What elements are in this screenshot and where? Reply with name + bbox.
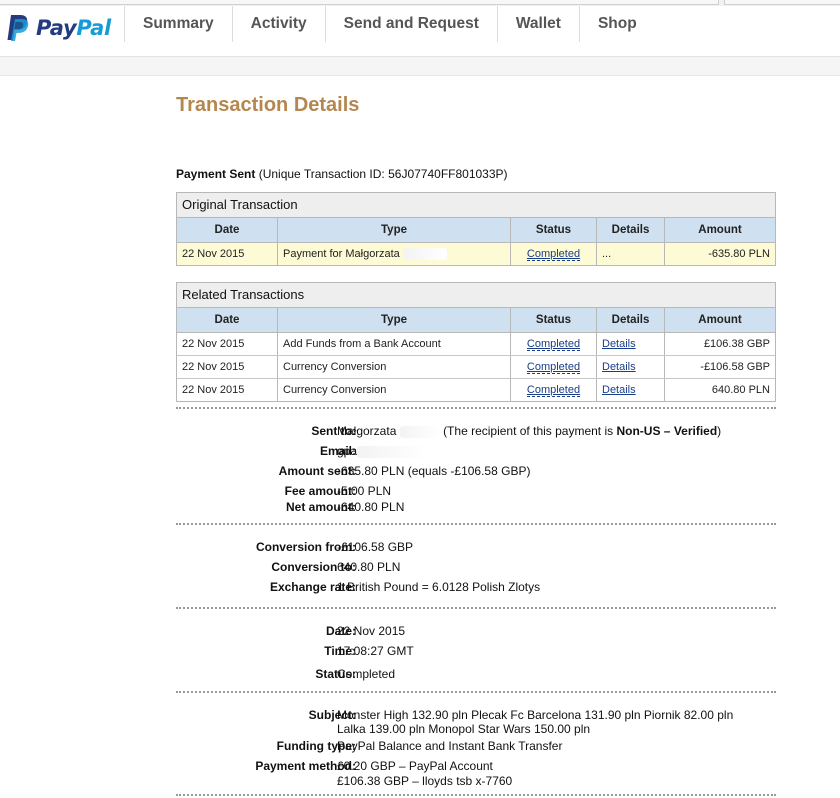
paypal-wordmark: PayPal <box>36 16 111 40</box>
nav-send-and-request[interactable]: Send and Request <box>324 6 497 42</box>
recipient-name: Małgorzata <box>337 424 397 438</box>
conversion-from-value: -£106.58 GBP <box>337 540 414 554</box>
section-divider <box>176 607 776 609</box>
subject-line-2: Lalka 139.00 pln Monopol Star Wars 150.0… <box>337 722 591 736</box>
related-transactions-caption: Related Transactions <box>177 283 775 308</box>
col-amount: Amount <box>664 218 775 243</box>
status-link[interactable]: Completed <box>526 361 581 374</box>
row-type: Currency Conversion <box>277 355 511 379</box>
recipient-note-end: ) <box>717 424 722 438</box>
nav-activity[interactable]: Activity <box>231 6 325 42</box>
row-date: 22 Nov 2015 <box>177 355 278 379</box>
page-title: Transaction Details <box>176 94 360 116</box>
row-date: 22 Nov 2015 <box>177 378 278 401</box>
conversion-to-value: 640.80 PLN <box>337 560 401 574</box>
table-header-row: Date Type Status Details Amount <box>177 218 775 243</box>
col-date: Date <box>177 218 278 243</box>
row-amount: -£106.58 GBP <box>664 355 775 379</box>
row-details: ... <box>596 242 665 265</box>
paypal-logo[interactable]: PayPal <box>6 14 111 42</box>
table-header-row: Date Type Status Details Amount <box>177 308 775 333</box>
row-amount: £106.38 GBP <box>664 332 775 356</box>
payment-method-line-2: £106.38 GBP – lloyds tsb x-7760 <box>337 774 513 788</box>
nav-shop[interactable]: Shop <box>578 6 655 42</box>
col-status: Status <box>510 218 597 243</box>
original-transaction-table: Original Transaction Date Type Status De… <box>176 192 776 266</box>
row-status: Completed <box>510 242 597 265</box>
subject-line-1: Monster High 132.90 pln Plecak Fc Barcel… <box>337 708 734 722</box>
original-transaction-caption: Original Transaction <box>177 193 775 218</box>
logo-pal: Pal <box>76 16 111 40</box>
table-row: 22 Nov 2015 Add Funds from a Bank Accoun… <box>177 332 775 356</box>
related-transactions-table: Related Transactions Date Type Status De… <box>176 282 776 402</box>
redacted-surname <box>402 248 447 261</box>
fee-amount-value: -5.00 PLN <box>337 484 392 498</box>
row-date: 22 Nov 2015 <box>177 332 278 356</box>
row-type: Payment for Małgorzata <box>277 242 511 265</box>
row-status: Completed <box>510 378 597 401</box>
amount-sent-value: -635.80 PLN (equals -£106.58 GBP) <box>337 464 531 478</box>
redacted-email <box>357 445 428 458</box>
details-link[interactable]: Details <box>602 384 636 396</box>
col-type: Type <box>277 218 511 243</box>
funding-type-value: PayPal Balance and Instant Bank Transfer <box>337 739 563 753</box>
row-details: Details <box>596 355 665 379</box>
header-divider <box>0 56 840 76</box>
recipient-status: Non-US – Verified <box>616 424 718 438</box>
payment-type: Payment Sent <box>176 167 256 181</box>
row-details: Details <box>596 332 665 356</box>
section-divider <box>176 407 776 409</box>
nav-wallet[interactable]: Wallet <box>496 6 579 42</box>
details-link[interactable]: Details <box>602 338 636 350</box>
redacted-surname <box>399 425 440 438</box>
row-amount: -635.80 PLN <box>664 242 775 265</box>
row-details: Details <box>596 378 665 401</box>
nav-summary[interactable]: Summary <box>124 6 232 42</box>
col-status: Status <box>510 308 597 333</box>
status-link[interactable]: Completed <box>526 248 581 261</box>
logo-pay: Pay <box>36 16 77 40</box>
table-row: 22 Nov 2015 Payment for Małgorzata Compl… <box>177 242 775 265</box>
search-bar-edge <box>724 0 840 5</box>
table-row: 22 Nov 2015 Currency Conversion Complete… <box>177 355 775 379</box>
row-type: Add Funds from a Bank Account <box>277 332 511 356</box>
status-value: Completed <box>337 667 396 681</box>
row-status: Completed <box>510 332 597 356</box>
transaction-id: (Unique Transaction ID: 56J07740FF801033… <box>258 167 508 181</box>
main-nav: Summary Activity Send and Request Wallet… <box>124 6 655 46</box>
site-header: PayPal Summary Activity Send and Request… <box>0 6 840 56</box>
row-amount: 640.80 PLN <box>711 384 770 396</box>
row-status: Completed <box>510 355 597 379</box>
details-link[interactable]: Details <box>602 361 636 373</box>
col-details: Details <box>596 308 665 333</box>
date-value: 22 Nov 2015 <box>337 624 406 638</box>
row-date: 22 Nov 2015 <box>177 242 278 265</box>
payment-summary-line: Payment Sent (Unique Transaction ID: 56J… <box>176 167 508 181</box>
payment-method-line-1: £0.20 GBP – PayPal Account <box>337 759 493 773</box>
section-divider <box>176 794 776 796</box>
section-divider <box>176 523 776 525</box>
sent-to-value: Małgorzata (The recipient of this paymen… <box>337 424 721 438</box>
table-row: 22 Nov 2015 Currency Conversion Complete… <box>177 378 775 401</box>
address-bar-edge <box>0 0 719 5</box>
col-type: Type <box>277 308 511 333</box>
status-link[interactable]: Completed <box>526 338 581 351</box>
col-amount: Amount <box>664 308 775 333</box>
time-value: 17:08:27 GMT <box>337 644 414 658</box>
col-details: Details <box>596 218 665 243</box>
email-text: gpa <box>337 444 358 458</box>
paypal-p-icon <box>6 14 30 42</box>
row-type-text: Payment for Małgorzata <box>283 247 400 260</box>
net-amount-value: -640.80 PLN <box>337 500 405 514</box>
email-value: gpa <box>337 444 428 458</box>
section-divider <box>176 691 776 693</box>
col-date: Date <box>177 308 278 333</box>
recipient-note: (The recipient of this payment is <box>443 424 617 438</box>
row-type: Currency Conversion <box>277 378 511 401</box>
exchange-rate-value: 1 British Pound = 6.0128 Polish Zlotys <box>337 580 541 594</box>
status-link[interactable]: Completed <box>526 384 581 397</box>
